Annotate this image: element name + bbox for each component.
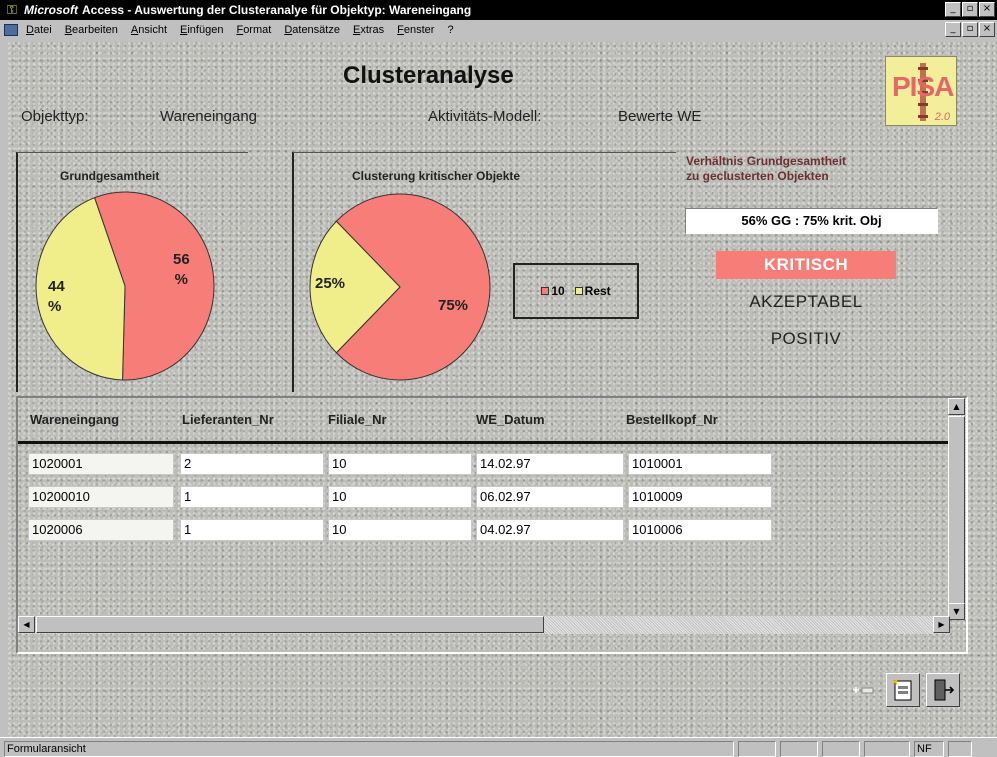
legend-swatch-rest [574,287,583,295]
legend-item-rest: Rest [574,284,611,298]
col-we-datum: WE_Datum [476,412,545,427]
scroll-left-arrow-icon[interactable]: ◀ [18,616,35,633]
status-text: Formularansicht [4,741,734,757]
new-record-icon [853,687,874,694]
form-view-icon [892,679,912,701]
cell-bestellkopf-nr[interactable]: 1010001 [628,453,772,475]
ratio-label-line2: zu geclusterten Objekten [686,169,829,183]
pie1-slice-label-b: 44 % [48,278,65,315]
status-kritisch: KRITISCH [716,251,896,279]
modell-value: Bewerte WE [618,108,702,125]
col-bestellkopf-nr: Bestellkopf_Nr [626,412,718,427]
pisa-logo: PISA 2.0 [885,56,957,126]
pie1-title: Grundgesamtheit [60,169,160,183]
cell-filiale-nr[interactable]: 10 [328,486,472,508]
horizontal-scroll-thumb[interactable] [36,616,544,633]
legend-item-10: 10 [541,284,565,298]
pie2-slice-label-b: 25% [315,275,346,292]
menu-fenster[interactable]: Fenster [397,24,434,36]
status-pane [822,741,860,757]
wareneingang-subform: Wareneingang Lieferanten_Nr Filiale_Nr W… [16,396,968,654]
status-pane [948,741,972,757]
col-wareneingang: Wareneingang [30,412,120,427]
menu-format[interactable]: Format [236,24,271,36]
close-button[interactable]: × [979,2,995,17]
col-lieferanten-nr: Lieferanten_Nr [182,412,274,427]
modell-label: Aktivitäts-Modell: [428,108,542,125]
menu-help[interactable]: ? [447,24,453,36]
cell-we-datum[interactable]: 04.02.97 [476,519,624,541]
cell-we-datum[interactable]: 06.02.97 [476,486,624,508]
menu-einfuegen[interactable]: Einfügen [180,24,223,36]
cell-bestellkopf-nr[interactable]: 1010006 [628,519,772,541]
cell-lieferanten-nr[interactable]: 2 [180,453,324,475]
vertical-scrollbar[interactable]: ▲ ▼ [948,398,966,620]
status-pane [738,741,776,757]
status-positiv: POSITIV [770,329,842,348]
menu-ansicht[interactable]: Ansicht [131,24,167,36]
ratio-field[interactable]: 56% GG : 75% krit. Obj [685,208,938,234]
cell-filiale-nr[interactable]: 10 [328,519,472,541]
status-bar: Formularansicht NF [0,737,997,757]
minimize-button[interactable]: _ [945,2,961,17]
cell-wareneingang[interactable]: 10200010 [28,486,174,508]
form-document-icon[interactable] [4,23,18,36]
menu-bar: Datei Bearbeiten Ansicht Einfügen Format… [0,20,997,39]
cell-lieferanten-nr[interactable]: 1 [180,519,324,541]
window-brand: Microsoft [24,3,78,17]
cell-lieferanten-nr[interactable]: 1 [180,486,324,508]
exit-door-icon [934,679,955,701]
pie1-slice-label-a: 56 % [173,251,190,288]
menu-datei[interactable]: Datei [26,24,52,36]
ratio-label-line1: Verhältnis Grundgesamtheit [686,154,847,168]
form-view-button[interactable] [886,673,920,707]
objekttyp-value: Wareneingang [160,108,258,125]
legend-label-10: 10 [551,284,565,298]
logo-version: 2.0 [934,111,950,123]
cell-we-datum[interactable]: 14.02.97 [476,453,624,475]
menu-bearbeiten[interactable]: Bearbeiten [65,24,118,36]
cell-bestellkopf-nr[interactable]: 1010009 [628,486,772,508]
window-title: Access - Auswertung der Clusteranalye fü… [82,3,472,17]
form-body: Clusteranalyse Objekttyp: Wareneingang A… [8,42,997,737]
scroll-right-arrow-icon[interactable]: ▶ [933,616,950,633]
status-pane [864,741,910,757]
cell-wareneingang[interactable]: 1020006 [28,519,174,541]
ratio-label: Verhältnis Grundgesamtheit zu geclustert… [686,154,846,184]
doc-maximize-button[interactable]: ▫ [962,22,978,37]
horizontal-scrollbar[interactable]: ◀ ▶ [18,616,950,634]
cell-filiale-nr[interactable]: 10 [328,453,472,475]
scroll-up-arrow-icon[interactable]: ▲ [948,398,965,415]
vertical-scroll-thumb[interactable] [948,416,965,606]
maximize-button[interactable]: ▫ [962,2,978,17]
status-akzeptabel: AKZEPTABEL [749,292,863,311]
doc-close-button[interactable]: × [979,22,995,37]
status-pane [780,741,818,757]
access-key-icon[interactable]: ⚿ [4,2,20,17]
menu-datensaetze[interactable]: Datensätze [284,24,340,36]
status-nf: NF [914,741,944,757]
col-filiale-nr: Filiale_Nr [328,412,387,427]
page-title: Clusteranalyse [343,62,514,89]
table-header: Wareneingang Lieferanten_Nr Filiale_Nr W… [18,398,948,444]
pie2-legend: 10 Rest [513,263,639,319]
legend-swatch-10 [541,287,550,295]
doc-minimize-button[interactable]: _ [945,22,961,37]
cell-wareneingang[interactable]: 1020001 [28,453,174,475]
title-bar: ⚿ Microsoft Access - Auswertung der Clus… [0,0,997,20]
pie2-title: Clusterung kritischer Objekte [352,169,521,183]
scroll-down-arrow-icon[interactable]: ▼ [948,603,965,620]
pie2-slice-label-a: 75% [438,297,469,314]
menu-extras[interactable]: Extras [353,24,384,36]
new-record-button[interactable] [846,673,880,707]
close-form-button[interactable] [926,673,960,707]
logo-text: PISA [892,71,954,102]
legend-label-rest: Rest [584,284,611,298]
objekttyp-label: Objekttyp: [21,108,89,125]
